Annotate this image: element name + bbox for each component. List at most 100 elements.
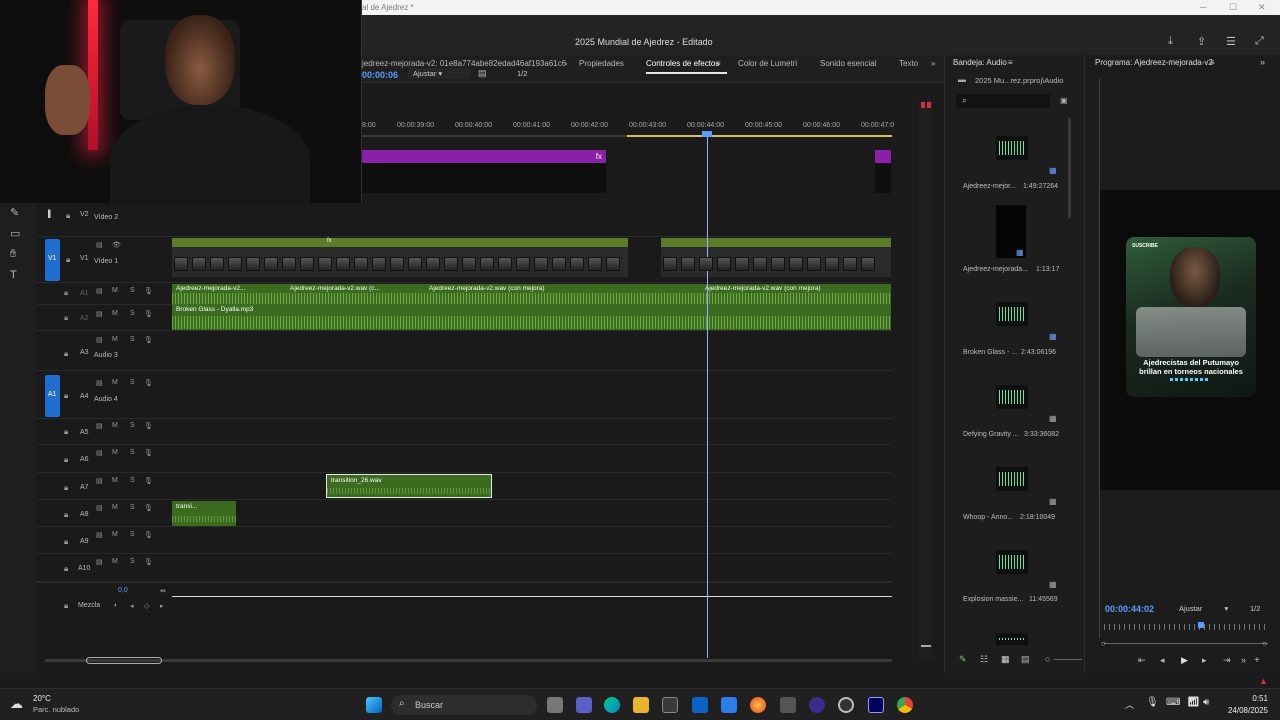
- mute-toggle[interactable]: M: [112, 336, 118, 343]
- audio-file-icon[interactable]: [996, 467, 1028, 491]
- clock-date[interactable]: 24/08/2025: [1222, 706, 1268, 715]
- mute-toggle[interactable]: M: [112, 379, 118, 386]
- solo-toggle[interactable]: S: [130, 558, 135, 565]
- audio-clip-a2[interactable]: Broken Glass - Dyalla.mp3: [172, 305, 891, 330]
- toggle-sync-icon[interactable]: ▤: [96, 379, 103, 387]
- solo-toggle[interactable]: S: [130, 504, 135, 511]
- tab-effect-controls[interactable]: Controles de efectos: [646, 59, 728, 74]
- weather-icon[interactable]: ☁︎: [10, 696, 23, 712]
- tab-sequence[interactable]: jedreez-mejorada-v2: 01e8a774abe82edad46…: [362, 59, 567, 68]
- task-view-icon[interactable]: [547, 697, 563, 713]
- playhead[interactable]: [707, 131, 708, 658]
- lock-icon[interactable]: 🔒︎: [64, 391, 68, 401]
- timeline-hscroll[interactable]: [45, 659, 892, 662]
- weather-temp[interactable]: 20°C: [33, 694, 51, 703]
- mark-out-icon[interactable]: ⇥: [1223, 655, 1231, 666]
- mute-toggle[interactable]: M: [112, 558, 118, 565]
- folder-icon[interactable]: ▬: [958, 75, 966, 84]
- solo-toggle[interactable]: S: [130, 422, 135, 429]
- weather-desc[interactable]: Parc. nublado: [33, 705, 79, 714]
- todo-icon[interactable]: [721, 697, 737, 713]
- video-clip-bar-1[interactable]: fx: [172, 238, 628, 247]
- bin-item-name[interactable]: Ajedreez-mejorada...: [963, 266, 1028, 273]
- solo-toggle[interactable]: S: [130, 287, 135, 294]
- lock-icon[interactable]: 🔒︎: [64, 564, 68, 574]
- track-target-v2[interactable]: ▌: [48, 211, 53, 218]
- panel-overflow-icon[interactable]: »: [1260, 57, 1265, 67]
- toggle-sync-icon[interactable]: ▤: [96, 310, 103, 318]
- quick-export-icon[interactable]: ⤓: [1168, 35, 1173, 48]
- solo-toggle[interactable]: S: [130, 310, 135, 317]
- lock-icon[interactable]: 🔒︎: [64, 313, 68, 323]
- teams-icon[interactable]: [576, 697, 592, 713]
- bin-item-name[interactable]: Ajedreez-mejor...: [963, 183, 1016, 190]
- more-tabs-button[interactable]: »: [931, 59, 935, 68]
- store-icon[interactable]: [662, 697, 678, 713]
- play-icon[interactable]: ▶: [1181, 655, 1188, 666]
- microphone-icon[interactable]: 🎙︎: [144, 477, 153, 485]
- program-timecode[interactable]: 00:00:44:02: [1105, 604, 1154, 614]
- microphone-icon[interactable]: 🎙︎: [144, 422, 153, 430]
- fullscreen-icon[interactable]: ⤢: [1255, 35, 1264, 48]
- black-video-clip-2[interactable]: [875, 163, 891, 193]
- maximize-button[interactable]: ☐: [1229, 2, 1237, 13]
- premiere-icon[interactable]: [868, 697, 884, 713]
- lock-icon[interactable]: 🔒︎: [64, 455, 68, 465]
- taskbar-search[interactable]: ⌕ Buscar: [391, 695, 537, 715]
- toggle-sync-icon[interactable]: ▤: [96, 531, 103, 539]
- freeform-view-icon[interactable]: ▤: [1021, 654, 1030, 665]
- work-area-range[interactable]: [627, 135, 892, 137]
- program-playhead[interactable]: [1198, 622, 1204, 628]
- rectangle-tool-icon[interactable]: ▭: [10, 227, 20, 240]
- list-view-icon[interactable]: ☷: [980, 654, 988, 665]
- solo-toggle[interactable]: S: [130, 531, 135, 538]
- mute-toggle[interactable]: M: [112, 504, 118, 511]
- lock-icon[interactable]: 🔒︎: [64, 427, 68, 437]
- hand-tool-icon[interactable]: ✋︎: [10, 248, 16, 261]
- lock-icon[interactable]: 🔒︎: [66, 255, 70, 265]
- program-fit-select[interactable]: Ajustar ▾: [1179, 604, 1234, 615]
- share-icon[interactable]: ⇪: [1197, 35, 1206, 48]
- tray-chevron-icon[interactable]: ︿: [1125, 698, 1134, 711]
- timeline-hscroll-thumb[interactable]: [86, 657, 162, 664]
- sequence-page[interactable]: 1/2: [517, 69, 527, 78]
- pen-tool-icon[interactable]: ✎: [10, 206, 19, 219]
- mute-toggle[interactable]: M: [112, 449, 118, 456]
- tab-menu-icon[interactable]: ≡: [716, 59, 721, 68]
- settings-icon[interactable]: [838, 697, 854, 713]
- mute-toggle[interactable]: M: [112, 310, 118, 317]
- tab-properties[interactable]: Propiedades: [579, 59, 624, 68]
- clock-time[interactable]: 0:51: [1226, 694, 1268, 703]
- lock-icon[interactable]: 🔒︎: [64, 537, 68, 547]
- audio-file-icon[interactable]: [996, 550, 1028, 574]
- zoom-slider-knob[interactable]: ○: [1045, 654, 1050, 664]
- tab-lumetri[interactable]: Color de Lumetri: [738, 59, 797, 68]
- next-keyframe-icon[interactable]: ▸: [160, 602, 164, 610]
- obs-icon[interactable]: [809, 697, 825, 713]
- bin-title[interactable]: Bandeja: Audio: [953, 58, 1007, 67]
- program-time-ruler[interactable]: [1104, 624, 1268, 630]
- close-button[interactable]: ✕: [1258, 2, 1266, 13]
- sequence-settings-icon[interactable]: ▤: [478, 68, 487, 79]
- audio-file-icon[interactable]: [996, 633, 1028, 645]
- source-patch-v1[interactable]: V1: [45, 239, 60, 281]
- program-zoom-bar[interactable]: [1104, 643, 1268, 644]
- outlook-icon[interactable]: [692, 697, 708, 713]
- microphone-icon[interactable]: 🎙︎: [144, 558, 153, 566]
- zoom-handle-left[interactable]: ○: [1101, 639, 1106, 648]
- mix-value[interactable]: 0,0: [118, 587, 128, 594]
- step-back-icon[interactable]: ◂: [1160, 655, 1165, 666]
- pencil-icon[interactable]: ✎: [959, 654, 967, 665]
- bin-item-name[interactable]: Broken Glass - ...: [963, 349, 1017, 356]
- toggle-sync-icon[interactable]: ▤: [96, 558, 103, 566]
- timeline-ruler[interactable]: 8:00 00:00:39:00 00:00:40:00 00:00:41:00…: [362, 118, 894, 142]
- bin-menu-icon[interactable]: ≡: [1008, 58, 1013, 67]
- mix-goto-icon[interactable]: ⇹: [160, 587, 166, 595]
- text-tool-icon[interactable]: T: [10, 269, 17, 281]
- solo-toggle[interactable]: S: [130, 336, 135, 343]
- workspace-menu-icon[interactable]: ☰: [1226, 35, 1236, 48]
- source-patch-a1[interactable]: A1: [45, 375, 60, 417]
- lock-icon[interactable]: 🔒︎: [64, 510, 68, 520]
- lock-icon[interactable]: 🔒︎: [64, 349, 68, 359]
- zoom-handle-right[interactable]: ○: [1262, 639, 1267, 648]
